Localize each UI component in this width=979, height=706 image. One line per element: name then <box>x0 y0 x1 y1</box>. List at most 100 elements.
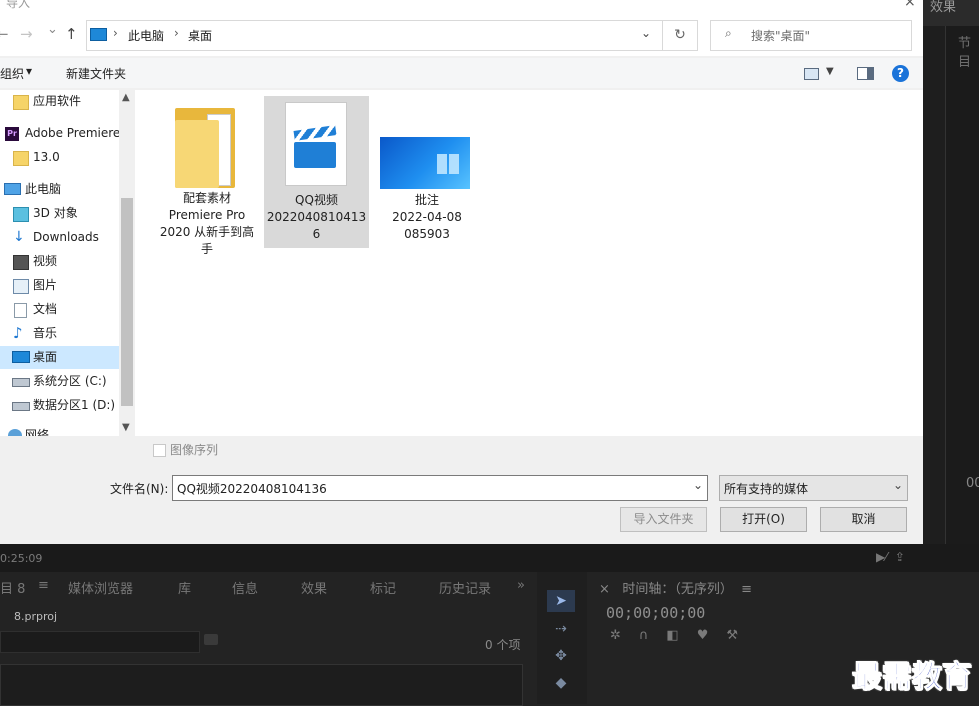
nav-item-3d-objects[interactable]: 3D 对象 <box>0 202 119 225</box>
selection-tool-icon[interactable]: ➤ <box>547 590 575 612</box>
music-icon: ♪ <box>13 324 23 342</box>
image-sequence-label: 图像序列 <box>170 443 219 457</box>
nav-item-label: 应用软件 <box>33 94 82 108</box>
nav-item-network[interactable]: 网络 <box>0 424 119 436</box>
nav-item-downloads[interactable]: ↓ Downloads <box>0 226 119 249</box>
breadcrumb-desktop[interactable]: 桌面 <box>188 27 212 44</box>
nav-item-apps[interactable]: 应用软件 <box>0 90 119 113</box>
file-item-folder[interactable]: 配套素材 Premiere Pro 2020 从新手到高 手 <box>155 98 259 264</box>
file-item-video[interactable]: QQ视频 2022040810413 6 <box>264 96 369 248</box>
cancel-button[interactable]: 取消 <box>820 507 907 532</box>
download-icon: ↓ <box>13 229 25 245</box>
nav-item-label: Downloads <box>33 230 99 244</box>
timeline-menu-icon[interactable]: ≡ <box>741 582 752 597</box>
address-dropdown-icon[interactable]: ⌄ <box>641 26 651 40</box>
project-file-name: 8.prproj <box>14 610 58 623</box>
recent-locations-icon[interactable]: ⌄ <box>47 22 58 37</box>
tab-overflow-icon[interactable]: » <box>517 578 525 593</box>
linked-selection-icon[interactable]: ∩ <box>639 628 667 643</box>
nav-item-label: 3D 对象 <box>33 206 78 220</box>
file-name-line: Premiere Pro <box>168 208 246 222</box>
tab-markers[interactable]: 标记 <box>370 578 396 597</box>
breadcrumb-this-pc[interactable]: 此电脑 <box>128 27 164 44</box>
filename-label: 文件名(N): <box>110 482 169 496</box>
file-name-line: QQ视频 <box>295 193 338 207</box>
tab-project[interactable]: 目 8 <box>0 578 25 597</box>
image-sequence-checkbox[interactable] <box>153 444 166 457</box>
project-search-input[interactable] <box>0 631 200 653</box>
scroll-up-icon[interactable]: ▲ <box>122 92 130 103</box>
tab-media-browser[interactable]: 媒体浏览器 <box>68 578 133 597</box>
scroll-down-icon[interactable]: ▼ <box>122 422 130 433</box>
view-mode-icon[interactable] <box>804 68 819 80</box>
timeline-title[interactable]: × 时间轴：（无序列） ≡ <box>599 578 752 597</box>
timeline-title-text: 时间轴：（无序列） <box>622 582 733 597</box>
help-icon[interactable]: ? <box>892 65 909 82</box>
razor-tool-icon[interactable]: ◆ <box>547 672 575 694</box>
effects-panel-title[interactable]: 效果 <box>930 0 956 15</box>
track-select-tool-icon[interactable]: ⇢ <box>547 618 575 640</box>
view-dropdown-icon[interactable]: ▼ <box>826 66 834 77</box>
address-bar[interactable]: › 此电脑 › 桌面 ⌄ <box>86 20 664 51</box>
tab-history[interactable]: 历史记录 <box>439 578 491 597</box>
tab-info[interactable]: 信息 <box>232 578 258 597</box>
organize-dropdown-icon[interactable]: ▾ <box>26 64 32 78</box>
nav-item-label: 此电脑 <box>25 182 62 196</box>
tab-effects[interactable]: 效果 <box>301 578 327 597</box>
ripple-edit-tool-icon[interactable]: ✥ <box>547 645 575 667</box>
breadcrumb-separator: › <box>174 26 179 40</box>
video-icon <box>13 255 29 270</box>
folder-icon <box>13 151 29 166</box>
source-timecode: 0:25:09 <box>0 552 43 565</box>
nav-item-videos[interactable]: 视频 <box>0 250 119 273</box>
import-folder-button[interactable]: 导入文件夹 <box>620 507 707 532</box>
nav-item-adobe-premiere[interactable]: Pr Adobe Premiere <box>0 122 119 145</box>
folder-icon <box>155 98 259 190</box>
desktop-icon <box>12 351 30 363</box>
nav-item-documents[interactable]: 文档 <box>0 298 119 321</box>
program-timecode: 00 <box>966 476 979 491</box>
file-name-line: 6 <box>312 227 321 241</box>
drive-icon <box>12 402 30 411</box>
export-frame-icon[interactable]: ▶⁄ ⇪ <box>876 550 905 564</box>
monitor-status-strip <box>0 544 979 572</box>
settings-wrench-icon[interactable]: ⚒ <box>726 628 756 643</box>
nav-item-pictures[interactable]: 图片 <box>0 274 119 297</box>
filename-dropdown-icon[interactable]: ⌄ <box>693 478 703 492</box>
nav-item-desktop[interactable]: 桌面 <box>0 346 119 369</box>
watermark-logo: 最需教育 <box>852 660 973 696</box>
picture-icon <box>13 279 29 294</box>
add-marker-icon[interactable]: ◧ <box>666 628 696 643</box>
nav-item-drive-d[interactable]: 数据分区1 (D:) <box>0 394 119 417</box>
nav-item-label: 数据分区1 (D:) <box>33 398 116 412</box>
back-arrow-icon[interactable]: ← <box>0 25 9 43</box>
dialog-title: 导入 <box>6 0 31 10</box>
nav-item-13[interactable]: 13.0 <box>0 146 119 169</box>
marker-icon[interactable]: ♥ <box>697 628 727 643</box>
timeline-close-icon[interactable]: × <box>599 582 610 597</box>
new-folder-button[interactable]: 新建文件夹 <box>66 65 126 82</box>
search-box[interactable]: ⌕ 搜索"桌面" <box>710 20 912 51</box>
project-panel-tabs: 目 8 ≡ 媒体浏览器 库 信息 效果 标记 历史记录 » <box>0 576 533 598</box>
filename-input[interactable]: QQ视频20220408104136 ⌄ <box>172 475 708 501</box>
snap-icon[interactable]: ✲ <box>610 628 639 643</box>
filetype-select[interactable]: 所有支持的媒体 ⌄ <box>719 475 908 501</box>
tab-libraries[interactable]: 库 <box>178 578 191 597</box>
timeline-timecode[interactable]: 00;00;00;00 <box>606 604 705 622</box>
tab-menu-icon[interactable]: ≡ <box>38 578 49 593</box>
search-input[interactable]: 搜索"桌面" <box>751 27 810 44</box>
close-icon[interactable]: × <box>904 0 916 10</box>
preview-pane-icon[interactable] <box>857 67 874 80</box>
nav-item-music[interactable]: ♪ 音乐 <box>0 322 119 345</box>
nav-item-this-pc[interactable]: 此电脑 <box>0 178 119 201</box>
project-item-count: 0 个项 <box>485 638 521 652</box>
up-arrow-icon[interactable]: ↑ <box>65 25 78 43</box>
new-bin-icon[interactable] <box>204 634 218 645</box>
forward-arrow-icon[interactable]: → <box>20 25 33 43</box>
nav-item-drive-c[interactable]: 系统分区 (C:) <box>0 370 119 393</box>
file-item-image[interactable]: 批注 2022-04-08 085903 <box>375 98 479 248</box>
refresh-icon[interactable]: ↻ <box>662 20 698 51</box>
open-button[interactable]: 打开(O) <box>720 507 807 532</box>
scrollbar-thumb[interactable] <box>121 198 133 406</box>
organize-button[interactable]: 组织 <box>0 65 24 82</box>
